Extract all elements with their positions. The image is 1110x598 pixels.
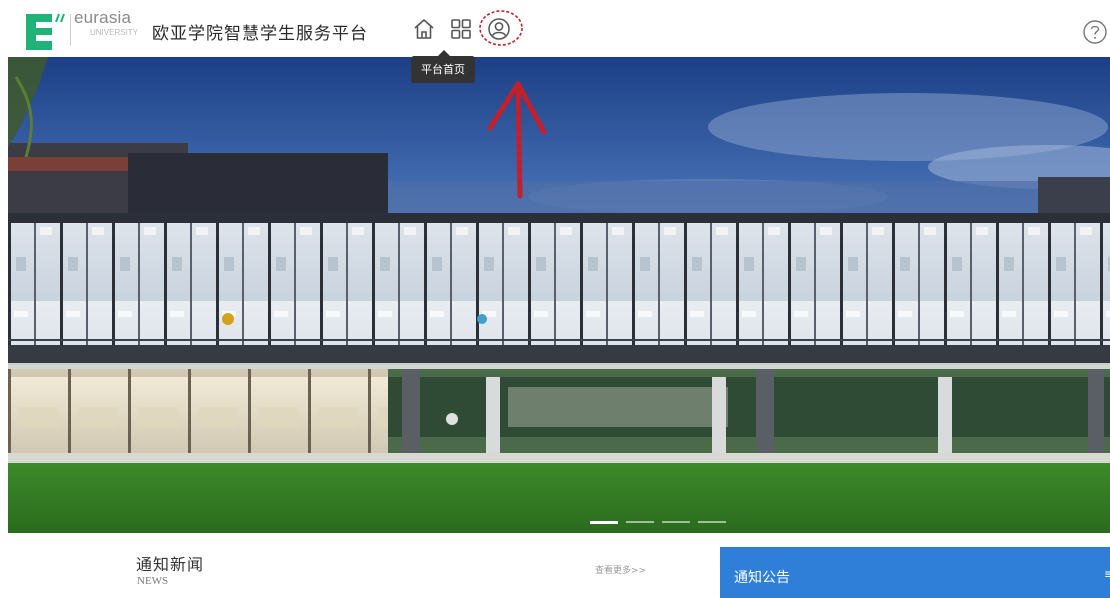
campus-building-photo xyxy=(8,57,1110,533)
home-tooltip: 平台首页 xyxy=(411,50,475,83)
carousel-dot[interactable] xyxy=(626,521,654,523)
hero-banner[interactable] xyxy=(8,57,1110,533)
carousel-dot[interactable] xyxy=(590,521,618,524)
platform-title: 欧亚学院智慧学生服务平台 xyxy=(152,24,368,44)
notice-title: 通知公告 xyxy=(734,570,790,586)
logo-wordmark: eurasia xyxy=(74,8,132,27)
news-section-title: 通知新闻 xyxy=(136,555,205,574)
notice-panel: 通知公告 ≡ xyxy=(720,547,1110,598)
eurasia-logo-mark[interactable] xyxy=(26,12,68,52)
help-icon[interactable] xyxy=(1082,19,1108,45)
news-more-link[interactable]: 查看更多>> xyxy=(595,563,646,576)
user-icon[interactable] xyxy=(487,17,511,41)
logo-divider xyxy=(70,14,71,46)
home-icon[interactable] xyxy=(412,17,436,41)
top-header: eurasia UNIVERSITY 欧亚学院智慧学生服务平台 xyxy=(0,0,1110,56)
notice-more-link[interactable]: ≡ xyxy=(1104,567,1110,581)
carousel-dot[interactable] xyxy=(662,521,690,523)
apps-grid-icon[interactable] xyxy=(449,17,473,41)
news-section-subtitle: NEWS xyxy=(137,575,169,587)
carousel-indicators xyxy=(590,518,726,526)
carousel-dot[interactable] xyxy=(698,521,726,523)
logo-subtext: UNIVERSITY xyxy=(90,28,139,37)
